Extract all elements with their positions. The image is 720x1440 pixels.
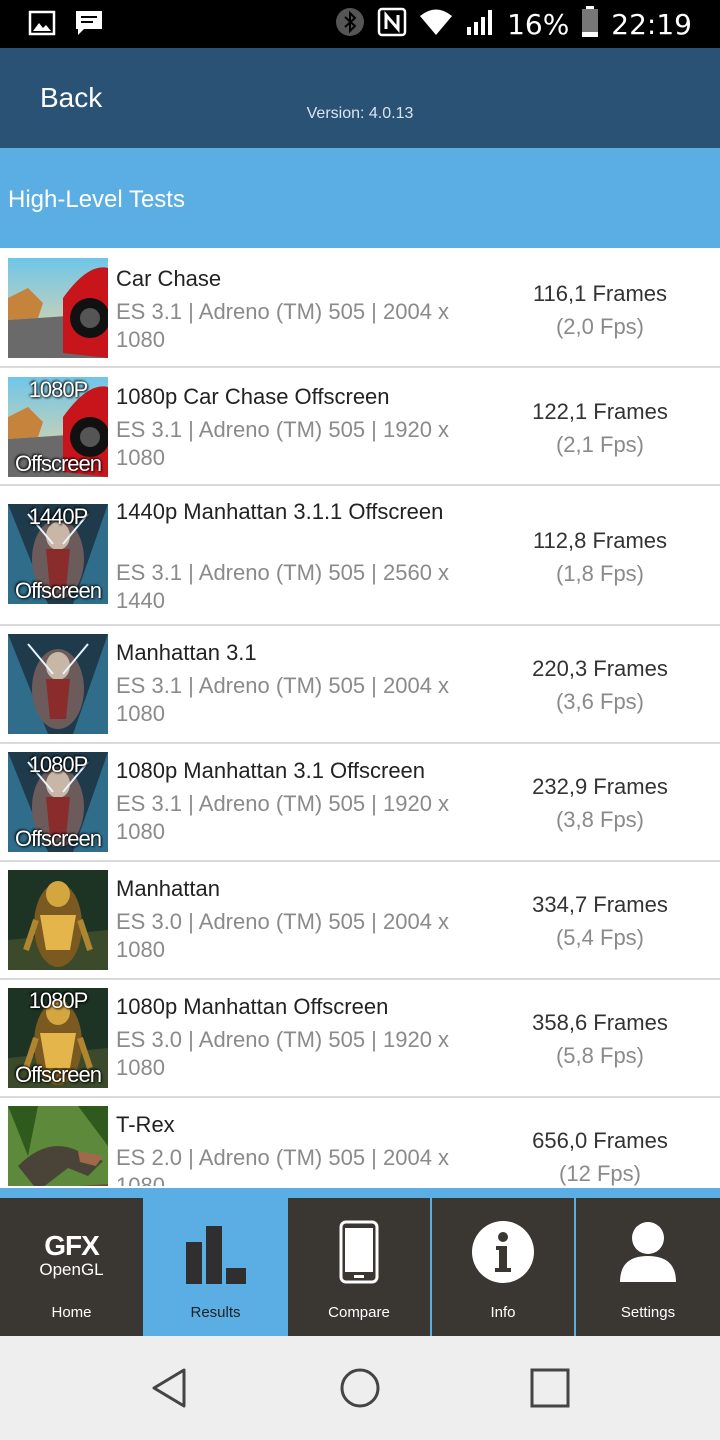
wifi-icon [419, 7, 453, 42]
test-frames: 122,1 Frames [532, 399, 668, 424]
battery-icon [581, 5, 599, 43]
resolution-badge: 1080P [28, 752, 89, 777]
test-frames: 334,7 Frames [532, 892, 668, 917]
test-name: Car Chase [116, 266, 222, 291]
test-row[interactable]: Car Chase ES 3.1 | Adreno (TM) 505 | 200… [0, 248, 720, 368]
app-header: Back Version: 4.0.13 [0, 48, 720, 148]
offscreen-badge: Offscreen [15, 826, 102, 851]
section-header: High-Level Tests [0, 148, 720, 248]
home-icon[interactable] [338, 1366, 382, 1410]
test-thumbnail: 1440P Offscreen [8, 504, 108, 604]
test-description: ES 3.0 | Adreno (TM) 505 | 2004 x 1080 [116, 909, 450, 962]
gfx-logo-subtitle: OpenGL [39, 1260, 104, 1279]
nav-compare[interactable]: Compare [288, 1198, 430, 1336]
message-icon [74, 9, 104, 42]
test-name: Manhattan [116, 876, 220, 901]
offscreen-badge: Offscreen [15, 578, 102, 603]
offscreen-badge: Offscreen [15, 1062, 102, 1087]
test-name: 1080p Car Chase Offscreen [116, 384, 390, 409]
bar-chart-icon [145, 1220, 286, 1284]
resolution-badge: 1080P [28, 988, 89, 1013]
test-description: ES 3.1 | Adreno (TM) 505 | 1920 x 1080 [116, 791, 450, 844]
recents-icon[interactable] [528, 1366, 572, 1410]
version-label: Version: 4.0.13 [306, 105, 414, 122]
resolution-badge: 1440P [28, 504, 89, 529]
battery-percent: 16% [507, 7, 570, 41]
test-name: 1440p Manhattan 3.1.1 Offscreen [116, 499, 444, 524]
test-thumbnail: 1080P Offscreen [8, 377, 108, 477]
test-fps: (1,8 Fps) [555, 561, 645, 586]
test-thumbnail [8, 634, 108, 734]
test-frames: 112,8 Frames [532, 528, 668, 553]
test-description: ES 2.0 | Adreno (TM) 505 | 2004 x 1080 [116, 1145, 450, 1186]
test-frames: 116,1 Frames [532, 281, 668, 306]
test-fps: (3,6 Fps) [555, 689, 645, 714]
test-thumbnail [8, 1106, 108, 1186]
test-name: T-Rex [116, 1112, 175, 1137]
test-row[interactable]: 1440P Offscreen 1440p Manhattan 3.1.1 Of… [0, 486, 720, 626]
test-name: 1080p Manhattan Offscreen [116, 994, 389, 1019]
results-list[interactable]: Car Chase ES 3.1 | Adreno (TM) 505 | 200… [0, 248, 720, 1186]
gfx-logo-title: GFX [44, 1230, 100, 1261]
test-description: ES 3.1 | Adreno (TM) 505 | 2004 x 1080 [116, 299, 450, 352]
test-fps: (3,8 Fps) [555, 807, 645, 832]
signal-icon [465, 7, 495, 42]
user-icon [576, 1220, 720, 1284]
resolution-badge: 1080P [28, 377, 89, 402]
nav-results[interactable]: Results [145, 1198, 286, 1336]
test-row[interactable]: 1080P Offscreen 1080p Manhattan 3.1 Offs… [0, 744, 720, 862]
test-fps: (2,1 Fps) [555, 432, 645, 457]
info-icon [432, 1220, 574, 1284]
offscreen-badge: Offscreen [15, 451, 102, 476]
system-navigation-bar [0, 1336, 720, 1440]
test-row[interactable]: 1080P Offscreen 1080p Car Chase Offscree… [0, 368, 720, 486]
nav-home[interactable]: GFX OpenGL Home [0, 1198, 143, 1336]
test-thumbnail: 1080P Offscreen [8, 988, 108, 1088]
nav-info[interactable]: Info [432, 1198, 574, 1336]
test-frames: 232,9 Frames [532, 774, 668, 799]
test-row[interactable]: Manhattan 3.1 ES 3.1 | Adreno (TM) 505 |… [0, 626, 720, 744]
nfc-icon [377, 7, 407, 42]
nav-info-label: Info [490, 1304, 516, 1321]
test-fps: (5,8 Fps) [555, 1043, 645, 1068]
back-icon[interactable] [148, 1366, 192, 1410]
image-icon [28, 9, 56, 42]
test-row[interactable]: T-Rex ES 2.0 | Adreno (TM) 505 | 2004 x … [0, 1098, 720, 1186]
test-description: ES 3.1 | Adreno (TM) 505 | 2004 x 1080 [116, 673, 450, 726]
test-description: ES 3.1 | Adreno (TM) 505 | 2560 x 1440 [116, 560, 450, 613]
test-thumbnail [8, 258, 108, 358]
nav-compare-label: Compare [328, 1304, 390, 1321]
test-description: ES 3.0 | Adreno (TM) 505 | 1920 x 1080 [116, 1027, 450, 1080]
nav-settings-label: Settings [620, 1304, 676, 1321]
test-fps: (12 Fps) [559, 1161, 641, 1186]
nav-results-label: Results [190, 1304, 241, 1321]
bluetooth-icon [335, 7, 365, 42]
test-frames: 656,0 Frames [532, 1128, 668, 1153]
gfx-logo: GFX OpenGL [0, 1232, 143, 1280]
bottom-navigation: GFX OpenGL Home Results Compare Info Set… [0, 1188, 720, 1336]
test-frames: 220,3 Frames [532, 656, 668, 681]
test-description: ES 3.1 | Adreno (TM) 505 | 1920 x 1080 [116, 417, 450, 470]
test-name: 1080p Manhattan 3.1 Offscreen [116, 758, 426, 783]
status-bar: 16% 22:19 [0, 0, 720, 48]
test-row[interactable]: Manhattan ES 3.0 | Adreno (TM) 505 | 200… [0, 862, 720, 980]
test-thumbnail: 1080P Offscreen [8, 752, 108, 852]
nav-settings[interactable]: Settings [576, 1198, 720, 1336]
clock: 22:19 [611, 7, 692, 41]
nav-home-label: Home [51, 1304, 92, 1321]
test-thumbnail [8, 870, 108, 970]
test-frames: 358,6 Frames [532, 1010, 668, 1035]
test-row[interactable]: 1080P Offscreen 1080p Manhattan Offscree… [0, 980, 720, 1098]
test-name: Manhattan 3.1 [116, 640, 257, 665]
test-fps: (5,4 Fps) [555, 925, 645, 950]
phone-icon [288, 1220, 430, 1284]
test-fps: (2,0 Fps) [555, 314, 645, 339]
section-title: High-Level Tests [8, 186, 185, 213]
